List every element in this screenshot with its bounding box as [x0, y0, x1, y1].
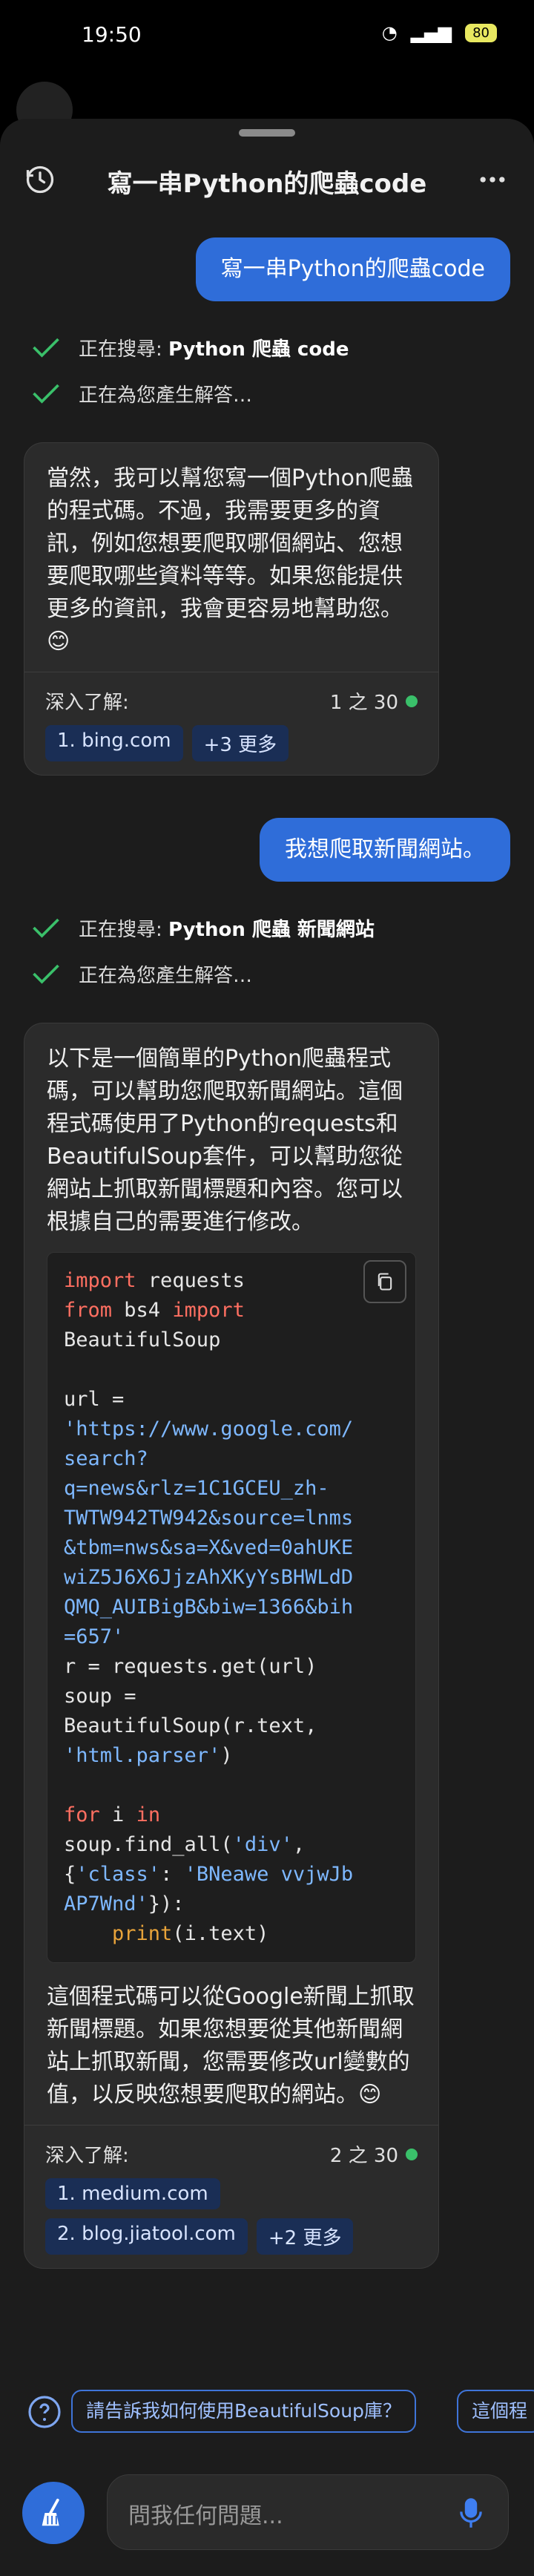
source-chip[interactable]: 1. medium.com [45, 2178, 220, 2209]
code-function: print [112, 1922, 173, 1945]
generating-status: 正在為您產生解答… [30, 376, 252, 411]
user-message: 寫一串Python的爬蟲code [195, 237, 510, 301]
status-text: 正在為您產生解答… [79, 964, 253, 987]
search-status: 正在搜尋: Python 爬蟲 新聞網站 [30, 910, 375, 945]
code-keyword: from [64, 1299, 113, 1322]
learn-more-label: 深入了解: [45, 692, 129, 714]
code-text: requests [136, 1269, 245, 1292]
source-chip[interactable]: 2. blog.jiatool.com [45, 2218, 248, 2255]
check-icon [33, 918, 59, 938]
code-content: import requests from bs4 import Beautifu… [64, 1266, 400, 1949]
code-text: : [160, 1863, 185, 1886]
ask-input[interactable]: 問我任何問題... [107, 2474, 509, 2550]
code-string: 'class' [76, 1863, 161, 1886]
code-string: 'div' [232, 1833, 293, 1856]
bot-message: 當然，我可以幫您寫一個Python爬蟲的程式碼。不過，我需要更多的資訊，例如您想… [24, 442, 439, 776]
status-text: 正在為您產生解答… [79, 384, 253, 407]
code-text: soup.find_all( [64, 1833, 233, 1856]
more-sources-chip[interactable]: +3 更多 [191, 725, 289, 761]
new-topic-button[interactable] [22, 2482, 85, 2544]
ask-placeholder: 問我任何問題... [128, 2503, 283, 2529]
search-status: 正在搜尋: Python 爬蟲 code [30, 330, 349, 365]
response-count-text: 1 之 30 [329, 692, 398, 714]
code-text: url = [64, 1388, 125, 1411]
code-text: }): [148, 1892, 185, 1915]
status-dot [406, 2148, 418, 2160]
status-prefix: 正在搜尋: [79, 918, 169, 941]
drag-handle[interactable] [239, 129, 295, 137]
broom-icon [42, 2498, 59, 2526]
code-text: r = requests.get(url) [64, 1655, 317, 1678]
top-bar: 寫一串Python的爬蟲code [0, 148, 534, 208]
code-block: import requests from bs4 import Beautifu… [47, 1252, 416, 1963]
code-text: { [64, 1863, 76, 1886]
code-keyword: import [64, 1269, 136, 1292]
status-prefix: 正在搜尋: [79, 338, 169, 361]
code-keyword: in [136, 1803, 161, 1826]
suggestion-row: 請告訴我如何使用BeautifulSoup庫？ 這個程 [0, 2390, 534, 2434]
bot-message-outro: 這個程式碼可以從Google新聞上抓取新聞標題。如果您想要從其他新聞網站上抓取新… [47, 1984, 415, 2108]
code-text: BeautifulSoup(r.text, [64, 1714, 317, 1737]
bottom-bar: 問我任何問題... [0, 2449, 534, 2576]
check-icon [33, 964, 59, 984]
learn-more-section: 深入了解: 2 之 30 1. medium.com 2. blog.jiato… [24, 2125, 438, 2268]
page-title: 寫一串Python的爬蟲code [107, 169, 427, 199]
check-icon [33, 384, 59, 404]
check-icon [33, 338, 59, 358]
chat-sheet: 寫一串Python的爬蟲code 寫一串Python的爬蟲code 正在搜尋: … [0, 119, 534, 2576]
code-text: bs4 [112, 1299, 173, 1322]
bot-message-intro: 以下是一個簡單的Python爬蟲程式碼，可以幫助您爬取新聞網站。這個程式碼使用了… [47, 1046, 403, 1235]
more-sources-chip[interactable]: +2 更多 [256, 2218, 354, 2255]
bot-message-text: 當然，我可以幫您寫一個Python爬蟲的程式碼。不過，我需要更多的資訊，例如您想… [47, 465, 413, 655]
code-text: BeautifulSoup [64, 1328, 221, 1351]
response-count: 2 之 30 [330, 2140, 418, 2168]
response-count: 1 之 30 [330, 687, 418, 715]
code-string: 'https://www.google.com/ search? q=news&… [64, 1418, 354, 1648]
suggestion-chip[interactable]: 請告訴我如何使用BeautifulSoup庫？ [71, 2390, 416, 2433]
response-count-text: 2 之 30 [329, 2145, 398, 2167]
code-text: ) [220, 1744, 233, 1767]
microphone-icon[interactable] [456, 2496, 486, 2530]
search-query: Python 爬蟲 新聞網站 [168, 918, 375, 941]
more-options-icon[interactable] [476, 163, 509, 196]
copy-icon[interactable] [363, 1260, 406, 1303]
help-icon[interactable] [27, 2394, 62, 2430]
status-dot [406, 695, 418, 707]
code-text: soup = [64, 1685, 136, 1708]
status-icons: ◔ ▂▄▆ 80 [382, 22, 497, 43]
code-string: 'html.parser' [64, 1744, 221, 1767]
generating-status: 正在為您產生解答… [30, 956, 252, 992]
search-query: Python 爬蟲 code [168, 338, 349, 361]
code-keyword: import [172, 1299, 245, 1322]
code-text: i [99, 1803, 136, 1826]
learn-more-section: 深入了解: 1 之 30 1. bing.com +3 更多 [24, 672, 438, 775]
signal-icon: ▂▄▆ [410, 22, 452, 43]
battery-icon: 80 [465, 23, 497, 42]
bot-message: 以下是一個簡單的Python爬蟲程式碼，可以幫助您爬取新聞網站。這個程式碼使用了… [24, 1023, 439, 2269]
wifi-icon: ◔ [381, 22, 398, 43]
learn-more-label: 深入了解: [45, 2145, 129, 2167]
suggestion-chip[interactable]: 這個程 [457, 2390, 534, 2433]
code-text: , [292, 1833, 306, 1856]
user-message: 我想爬取新聞網站。 [260, 818, 510, 882]
code-keyword: for [64, 1803, 100, 1826]
status-time: 19:50 [82, 22, 142, 47]
code-text: (i.text) [172, 1922, 269, 1945]
source-chip[interactable]: 1. bing.com [45, 725, 183, 761]
status-bar: 19:50 ◔ ▂▄▆ 80 [0, 0, 534, 74]
